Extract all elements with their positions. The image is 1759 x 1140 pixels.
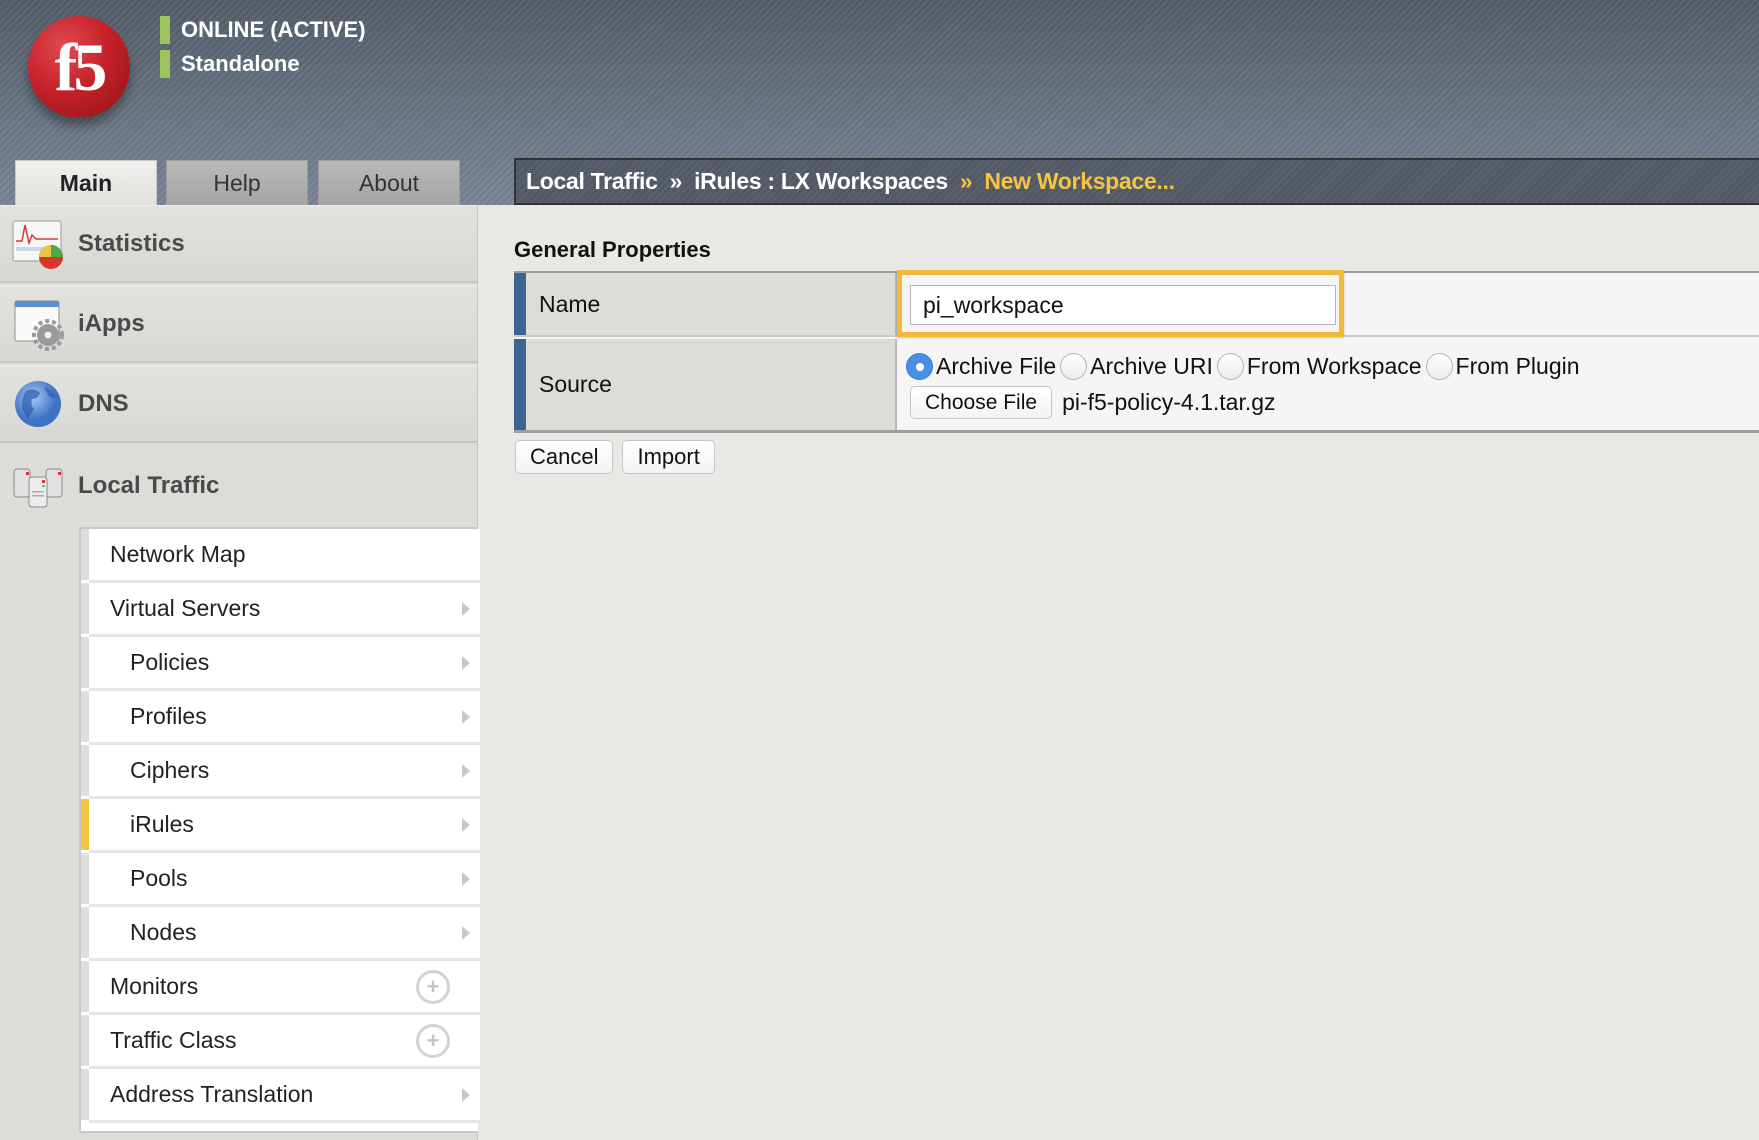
- section-title: General Properties: [514, 237, 711, 262]
- add-circle-icon[interactable]: +: [416, 1023, 450, 1058]
- breadcrumb-item-irules-lx-workspaces[interactable]: iRules : LX Workspaces: [694, 168, 948, 195]
- chevron-right-icon[interactable]: [462, 601, 470, 616]
- submenu-item-traffic-class[interactable]: Traffic Class +: [81, 1015, 480, 1069]
- sidebar-item-statistics[interactable]: Statistics: [0, 205, 477, 283]
- submenu-item-irules[interactable]: iRules: [81, 799, 480, 853]
- name-input[interactable]: [910, 285, 1336, 325]
- radio-label-archive-uri[interactable]: Archive URI: [1090, 353, 1213, 380]
- add-circle-icon[interactable]: +: [416, 969, 450, 1004]
- cancel-button[interactable]: Cancel: [515, 440, 614, 474]
- chevron-right-icon[interactable]: [462, 1087, 470, 1102]
- submenu-item-label: Virtual Servers: [110, 595, 261, 621]
- name-field-highlight: [897, 270, 1344, 337]
- f5-logo[interactable]: f5: [28, 16, 130, 118]
- chevron-right-icon[interactable]: [462, 763, 470, 778]
- dns-globe-icon: [15, 380, 61, 427]
- source-radio-group: Archive File Archive URI From Workspace …: [906, 353, 1584, 380]
- chevron-right-icon[interactable]: [462, 655, 470, 670]
- sidebar-item-dns[interactable]: DNS: [0, 365, 477, 443]
- submenu-item-label: Network Map: [110, 541, 246, 567]
- import-button[interactable]: Import: [622, 440, 715, 474]
- submenu-item-network-map[interactable]: Network Map: [81, 529, 480, 583]
- local-traffic-icon: [13, 468, 63, 508]
- selected-file-name: pi-f5-policy-4.1.tar.gz: [1062, 389, 1276, 415]
- submenu-item-nodes[interactable]: Nodes: [81, 907, 480, 961]
- tab-main[interactable]: Main: [15, 160, 157, 205]
- sidebar: Statistics iApps DNS Local Traffic Netwo…: [0, 205, 480, 1140]
- breadcrumb: Local Traffic » iRules : LX Workspaces »…: [514, 158, 1759, 205]
- submenu-item-label: iRules: [130, 811, 194, 837]
- form-actions: Cancel Import: [515, 440, 715, 474]
- radio-archive-file[interactable]: [906, 353, 933, 380]
- submenu-item-ciphers[interactable]: Ciphers: [81, 745, 480, 799]
- status-indicator-icon: [160, 16, 170, 44]
- header: f5 ONLINE (ACTIVE) Standalone Main Help …: [0, 0, 1759, 205]
- submenu-item-label: Address Translation: [110, 1081, 314, 1107]
- breadcrumb-current: New Workspace...: [984, 168, 1175, 194]
- submenu-item-virtual-servers[interactable]: Virtual Servers: [81, 583, 480, 637]
- iapps-icon: [14, 300, 64, 351]
- tab-about[interactable]: About: [318, 160, 460, 205]
- file-picker: Choose File pi-f5-policy-4.1.tar.gz: [910, 386, 1276, 419]
- sidebar-item-label: Local Traffic: [78, 472, 220, 499]
- submenu-item-address-translation[interactable]: Address Translation: [81, 1069, 480, 1123]
- radio-label-from-workspace[interactable]: From Workspace: [1247, 353, 1422, 380]
- submenu-item-profiles[interactable]: Profiles: [81, 691, 480, 745]
- name-row: Name: [514, 270, 1759, 337]
- status-online: ONLINE (ACTIVE): [160, 16, 366, 44]
- radio-from-workspace[interactable]: [1216, 353, 1244, 380]
- submenu-item-label: Traffic Class: [110, 1027, 237, 1053]
- submenu-item-monitors[interactable]: Monitors +: [81, 961, 480, 1015]
- submenu-item-label: Nodes: [130, 919, 197, 945]
- radio-archive-uri[interactable]: [1060, 353, 1088, 380]
- status-text: Standalone: [181, 51, 300, 76]
- tab-help[interactable]: Help: [166, 160, 308, 205]
- radio-label-from-plugin[interactable]: From Plugin: [1456, 353, 1580, 380]
- source-row: Source Archive File Archive URI From Wor…: [514, 339, 1759, 430]
- submenu-item-label: Profiles: [130, 703, 207, 729]
- submenu-item-pools[interactable]: Pools: [81, 853, 480, 907]
- chevron-right-icon[interactable]: [462, 709, 470, 724]
- local-traffic-submenu: Network Map Virtual Servers Policies Profil…: [79, 527, 480, 1133]
- chevron-right-icon[interactable]: [462, 871, 470, 886]
- sidebar-item-iapps[interactable]: iApps: [0, 285, 477, 363]
- status-text: ONLINE (ACTIVE): [181, 17, 366, 42]
- submenu-item-label: Monitors: [110, 973, 199, 999]
- status-mode: Standalone: [160, 50, 300, 78]
- radio-label-archive-file[interactable]: Archive File: [936, 353, 1056, 380]
- submenu-item-label: Pools: [130, 865, 188, 891]
- submenu-item-label: Policies: [130, 649, 210, 675]
- chevron-right-icon[interactable]: [462, 925, 470, 940]
- radio-from-plugin[interactable]: [1425, 353, 1453, 380]
- sidebar-item-local-traffic[interactable]: Local Traffic: [0, 447, 477, 525]
- chevron-right-icon[interactable]: [462, 817, 470, 832]
- submenu-item-policies[interactable]: Policies: [81, 637, 480, 691]
- sidebar-item-label: iApps: [78, 309, 145, 337]
- source-label: Source: [514, 339, 897, 430]
- choose-file-button[interactable]: Choose File: [910, 386, 1053, 419]
- sidebar-item-label: DNS: [78, 389, 129, 417]
- general-properties-table: Name Source Archive File Archive URI Fro…: [514, 270, 1759, 433]
- status-indicator-icon: [160, 50, 170, 78]
- sidebar-item-label: Statistics: [78, 229, 185, 257]
- breadcrumb-separator-icon: »: [669, 168, 683, 194]
- breadcrumb-item-local-traffic[interactable]: Local Traffic: [526, 168, 658, 195]
- submenu-item-label: Ciphers: [130, 757, 210, 783]
- breadcrumb-separator-icon: »: [959, 168, 973, 194]
- statistics-icon: [12, 220, 63, 269]
- name-label: Name: [514, 273, 897, 335]
